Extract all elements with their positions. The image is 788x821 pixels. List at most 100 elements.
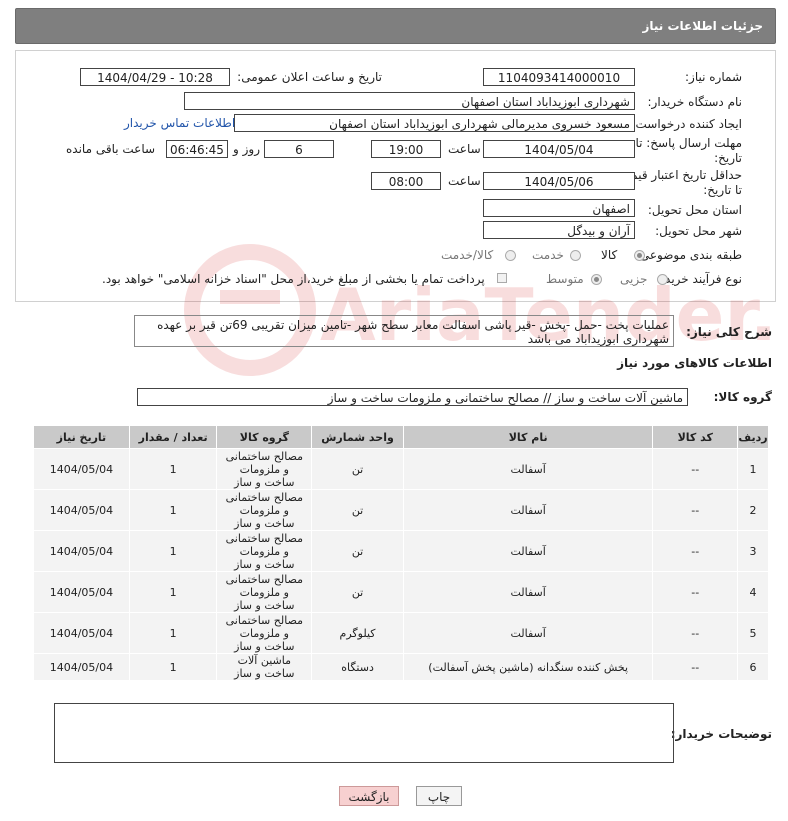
- cell-code: --: [652, 571, 739, 613]
- col-code: کد کالا: [652, 425, 739, 449]
- print-button[interactable]: چاپ: [416, 786, 462, 806]
- table-row: 5 -- آسفالت کیلوگرم مصالح ساختمانی و ملزومات…: [33, 612, 769, 654]
- table-row: 3 -- آسفالت تن مصالح ساختمانی و ملزومات ساخت…: [33, 530, 769, 572]
- category-option-goods: کالا: [601, 248, 618, 262]
- process-label: نوع فرآیند خرید :: [657, 272, 742, 286]
- goods-group-label: گروه کالا:: [713, 390, 772, 404]
- deadline-date-field: 1404/05/04: [483, 140, 635, 158]
- cell-group: مصالح ساختمانی و ملزومات ساخت و ساز: [216, 448, 313, 490]
- cell-group: مصالح ساختمانی و ملزومات ساخت و ساز: [216, 530, 313, 572]
- cell-code: --: [652, 653, 739, 681]
- cell-row: 4: [737, 571, 769, 613]
- col-name: نام کالا: [402, 425, 654, 449]
- cell-quantity: 1: [128, 653, 218, 681]
- goods-table-header: ردیف کد کالا نام کالا واحد شمارش گروه کا…: [33, 425, 769, 449]
- remaining-label: ساعت باقی مانده: [66, 142, 156, 156]
- cell-name: آسفالت: [402, 530, 654, 572]
- cell-date: 1404/05/04: [33, 571, 130, 613]
- cell-unit: تن: [311, 448, 404, 490]
- cell-name: آسفالت: [402, 489, 654, 531]
- page-title: جزئیات اطلاعات نیاز: [642, 19, 763, 33]
- process-option-medium: متوسط: [546, 272, 584, 286]
- need-number-label: شماره نیاز:: [685, 70, 742, 84]
- cell-date: 1404/05/04: [33, 653, 130, 681]
- category-radio-goods-service[interactable]: [505, 250, 516, 261]
- process-radio-medium[interactable]: [591, 274, 602, 285]
- description-field[interactable]: عملیات پخت -حمل -پخش -قیر پاشی اسفالت مع…: [134, 315, 674, 347]
- cell-name: آسفالت: [402, 448, 654, 490]
- price-date-field: 1404/05/06: [483, 172, 635, 190]
- cell-row: 1: [737, 448, 769, 490]
- city-label: شهر محل تحویل:: [655, 224, 742, 238]
- cell-date: 1404/05/04: [33, 530, 130, 572]
- price-time-label: ساعت: [448, 174, 481, 188]
- cell-name: آسفالت: [402, 571, 654, 613]
- back-button[interactable]: بازگشت: [339, 786, 399, 806]
- category-radio-service[interactable]: [570, 250, 581, 261]
- description-label: شرح کلی نیاز:: [686, 325, 772, 339]
- process-radio-minor[interactable]: [657, 274, 668, 285]
- col-row: ردیف: [737, 425, 769, 449]
- contact-buyer-link[interactable]: اطلاعات تماس خریدار: [124, 116, 235, 130]
- goods-group-field: ماشین آلات ساخت و ساز // مصالح ساختمانی …: [137, 388, 688, 406]
- cell-group: ماشین آلات ساخت و ساز: [216, 653, 313, 681]
- price-validity-label-2: تا تاریخ:: [703, 183, 742, 197]
- category-option-goods-service: کالا/خدمت: [441, 248, 494, 262]
- province-field: اصفهان: [483, 199, 635, 217]
- cell-quantity: 1: [128, 571, 218, 613]
- remaining-time-field: 06:46:45: [166, 140, 228, 158]
- cell-group: مصالح ساختمانی و ملزومات ساخت و ساز: [216, 489, 313, 531]
- category-option-service: خدمت: [532, 248, 564, 262]
- cell-unit: تن: [311, 530, 404, 572]
- col-group: گروه کالا: [216, 425, 313, 449]
- cell-name: پخش کننده سنگدانه (ماشین پخش آسفالت): [402, 653, 654, 681]
- page-header: جزئیات اطلاعات نیاز: [15, 8, 776, 44]
- category-label: طبقه بندی موضوعی:: [635, 248, 742, 262]
- city-field: آران و بیدگل: [483, 221, 635, 239]
- days-field: 6: [264, 140, 334, 158]
- cell-group: مصالح ساختمانی و ملزومات ساخت و ساز: [216, 612, 313, 654]
- treasury-payment-checkbox[interactable]: [497, 273, 507, 283]
- deadline-label-2: تاریخ:: [714, 151, 742, 165]
- cell-row: 5: [737, 612, 769, 654]
- cell-unit: دستگاه: [311, 653, 404, 681]
- col-date: تاریخ نیاز: [33, 425, 130, 449]
- table-row: 2 -- آسفالت تن مصالح ساختمانی و ملزومات ساخت…: [33, 489, 769, 531]
- goods-table: ردیف کد کالا نام کالا واحد شمارش گروه کا…: [33, 425, 769, 681]
- cell-code: --: [652, 448, 739, 490]
- deadline-time-field: 19:00: [371, 140, 441, 158]
- buyer-notes-field[interactable]: [54, 703, 674, 763]
- deadline-label: مهلت ارسال پاسخ: تا: [635, 136, 742, 150]
- cell-quantity: 1: [128, 448, 218, 490]
- cell-name: آسفالت: [402, 612, 654, 654]
- table-row: 1 -- آسفالت تن مصالح ساختمانی و ملزومات ساخت…: [33, 448, 769, 490]
- buyer-org-field: شهرداری ابوزیداباد استان اصفهان: [184, 92, 635, 110]
- need-number-field: 1104093414000010: [483, 68, 635, 86]
- cell-row: 3: [737, 530, 769, 572]
- cell-group: مصالح ساختمانی و ملزومات ساخت و ساز: [216, 571, 313, 613]
- buyer-notes-label: توضیحات خریدار:: [670, 727, 772, 741]
- cell-quantity: 1: [128, 530, 218, 572]
- cell-unit: کیلوگرم: [311, 612, 404, 654]
- cell-row: 6: [737, 653, 769, 681]
- requester-field: مسعود خسروی مدیرمالی شهرداری ابوزیداباد …: [234, 114, 635, 132]
- price-time-field: 08:00: [371, 172, 441, 190]
- cell-date: 1404/05/04: [33, 612, 130, 654]
- category-radio-goods[interactable]: [634, 250, 645, 261]
- cell-unit: تن: [311, 571, 404, 613]
- requester-label: ایجاد کننده درخواست:: [631, 117, 742, 131]
- cell-date: 1404/05/04: [33, 448, 130, 490]
- cell-code: --: [652, 530, 739, 572]
- goods-section-title: اطلاعات کالاهای مورد نیاز: [617, 356, 772, 370]
- cell-quantity: 1: [128, 612, 218, 654]
- buyer-org-label: نام دستگاه خریدار:: [647, 95, 743, 109]
- cell-date: 1404/05/04: [33, 489, 130, 531]
- cell-code: --: [652, 489, 739, 531]
- province-label: استان محل تحویل:: [647, 203, 742, 217]
- process-option-minor: جزیی: [620, 272, 648, 286]
- announce-label: تاریخ و ساعت اعلان عمومی:: [237, 70, 382, 84]
- cell-unit: تن: [311, 489, 404, 531]
- col-unit: واحد شمارش: [311, 425, 404, 449]
- cell-row: 2: [737, 489, 769, 531]
- cell-quantity: 1: [128, 489, 218, 531]
